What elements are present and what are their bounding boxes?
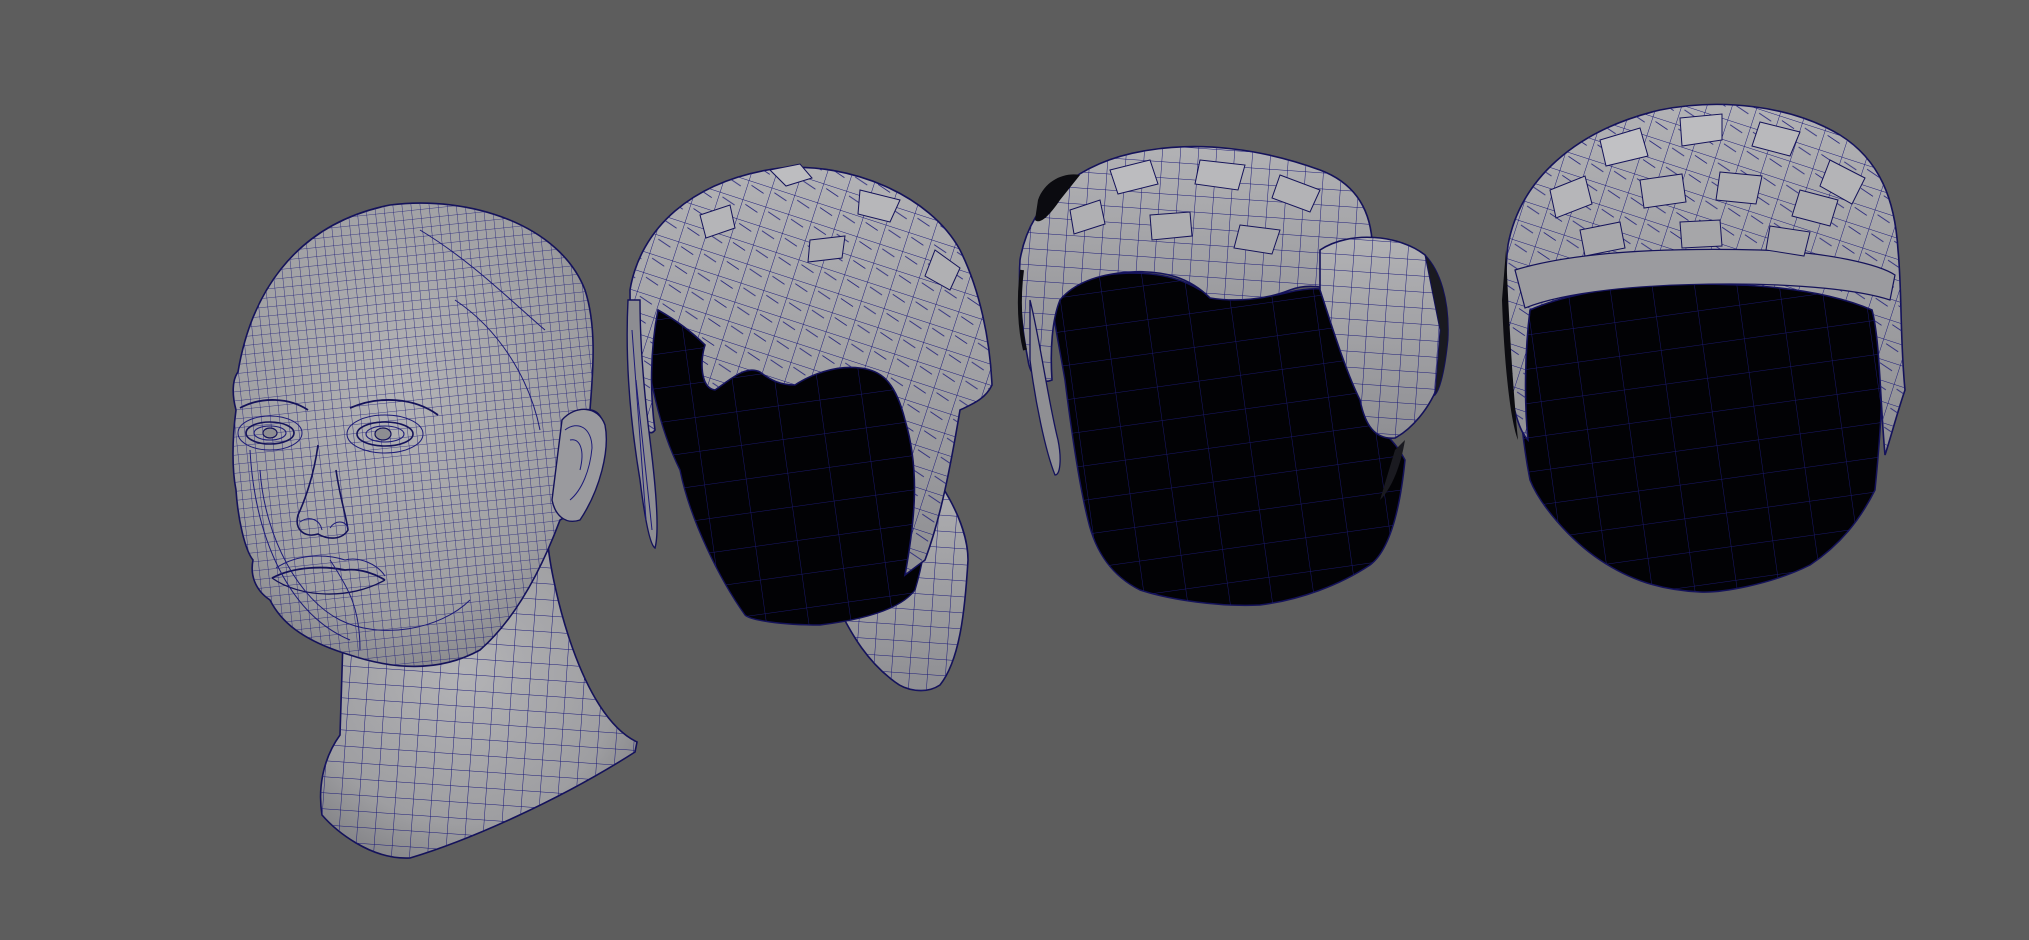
scene-canvas[interactable] [0,0,2029,940]
swept-hair-cap-mesh[interactable] [1017,145,1449,607]
female-head-mesh[interactable] [232,202,638,859]
long-hair-cap-mesh[interactable] [626,163,993,692]
short-hair-cap-mesh[interactable] [1502,103,1906,593]
viewport-panel[interactable] [0,0,2029,940]
